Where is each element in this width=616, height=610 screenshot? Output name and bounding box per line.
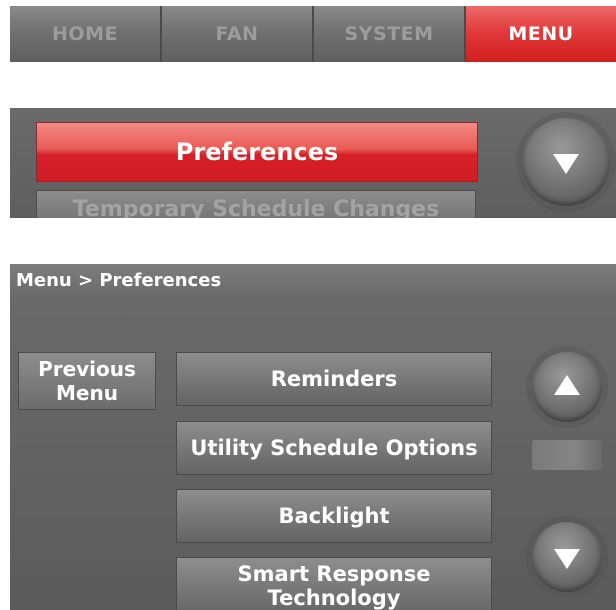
scroll-down-button-lower[interactable] [532,522,602,592]
scroll-position-indicator[interactable] [532,440,602,470]
next-menu-item-partial[interactable]: Temporary Schedule Changes [36,190,476,218]
tab-system[interactable]: SYSTEM [314,6,466,62]
previous-menu-button[interactable]: Previous Menu [18,352,156,410]
previous-menu-label-line1: Previous [38,357,136,381]
tab-home[interactable]: HOME [10,6,162,62]
previous-menu-label-line2: Menu [56,381,118,405]
tab-menu[interactable]: MENU [466,6,616,62]
menu-list-strip: Preferences Temporary Schedule Changes [10,108,616,218]
menu-item-backlight[interactable]: Backlight [176,489,492,543]
menu-item-reminders[interactable]: Reminders [176,352,492,406]
scroll-down-button[interactable] [522,118,610,206]
menu-item-smart-response-technology[interactable]: Smart Response Technology [176,557,492,610]
arrow-up-icon [554,375,580,395]
preferences-button[interactable]: Preferences [36,122,478,182]
arrow-down-icon [553,154,579,174]
scroll-up-button[interactable] [532,352,602,422]
menu-item-utility-schedule-options[interactable]: Utility Schedule Options [176,421,492,475]
arrow-down-icon [554,549,580,569]
tab-fan[interactable]: FAN [162,6,314,62]
breadcrumb: Menu > Preferences [10,264,616,298]
preferences-screen: Menu > Preferences Previous Menu Reminde… [10,264,616,610]
top-nav-bar: HOME FAN SYSTEM MENU [10,6,616,62]
